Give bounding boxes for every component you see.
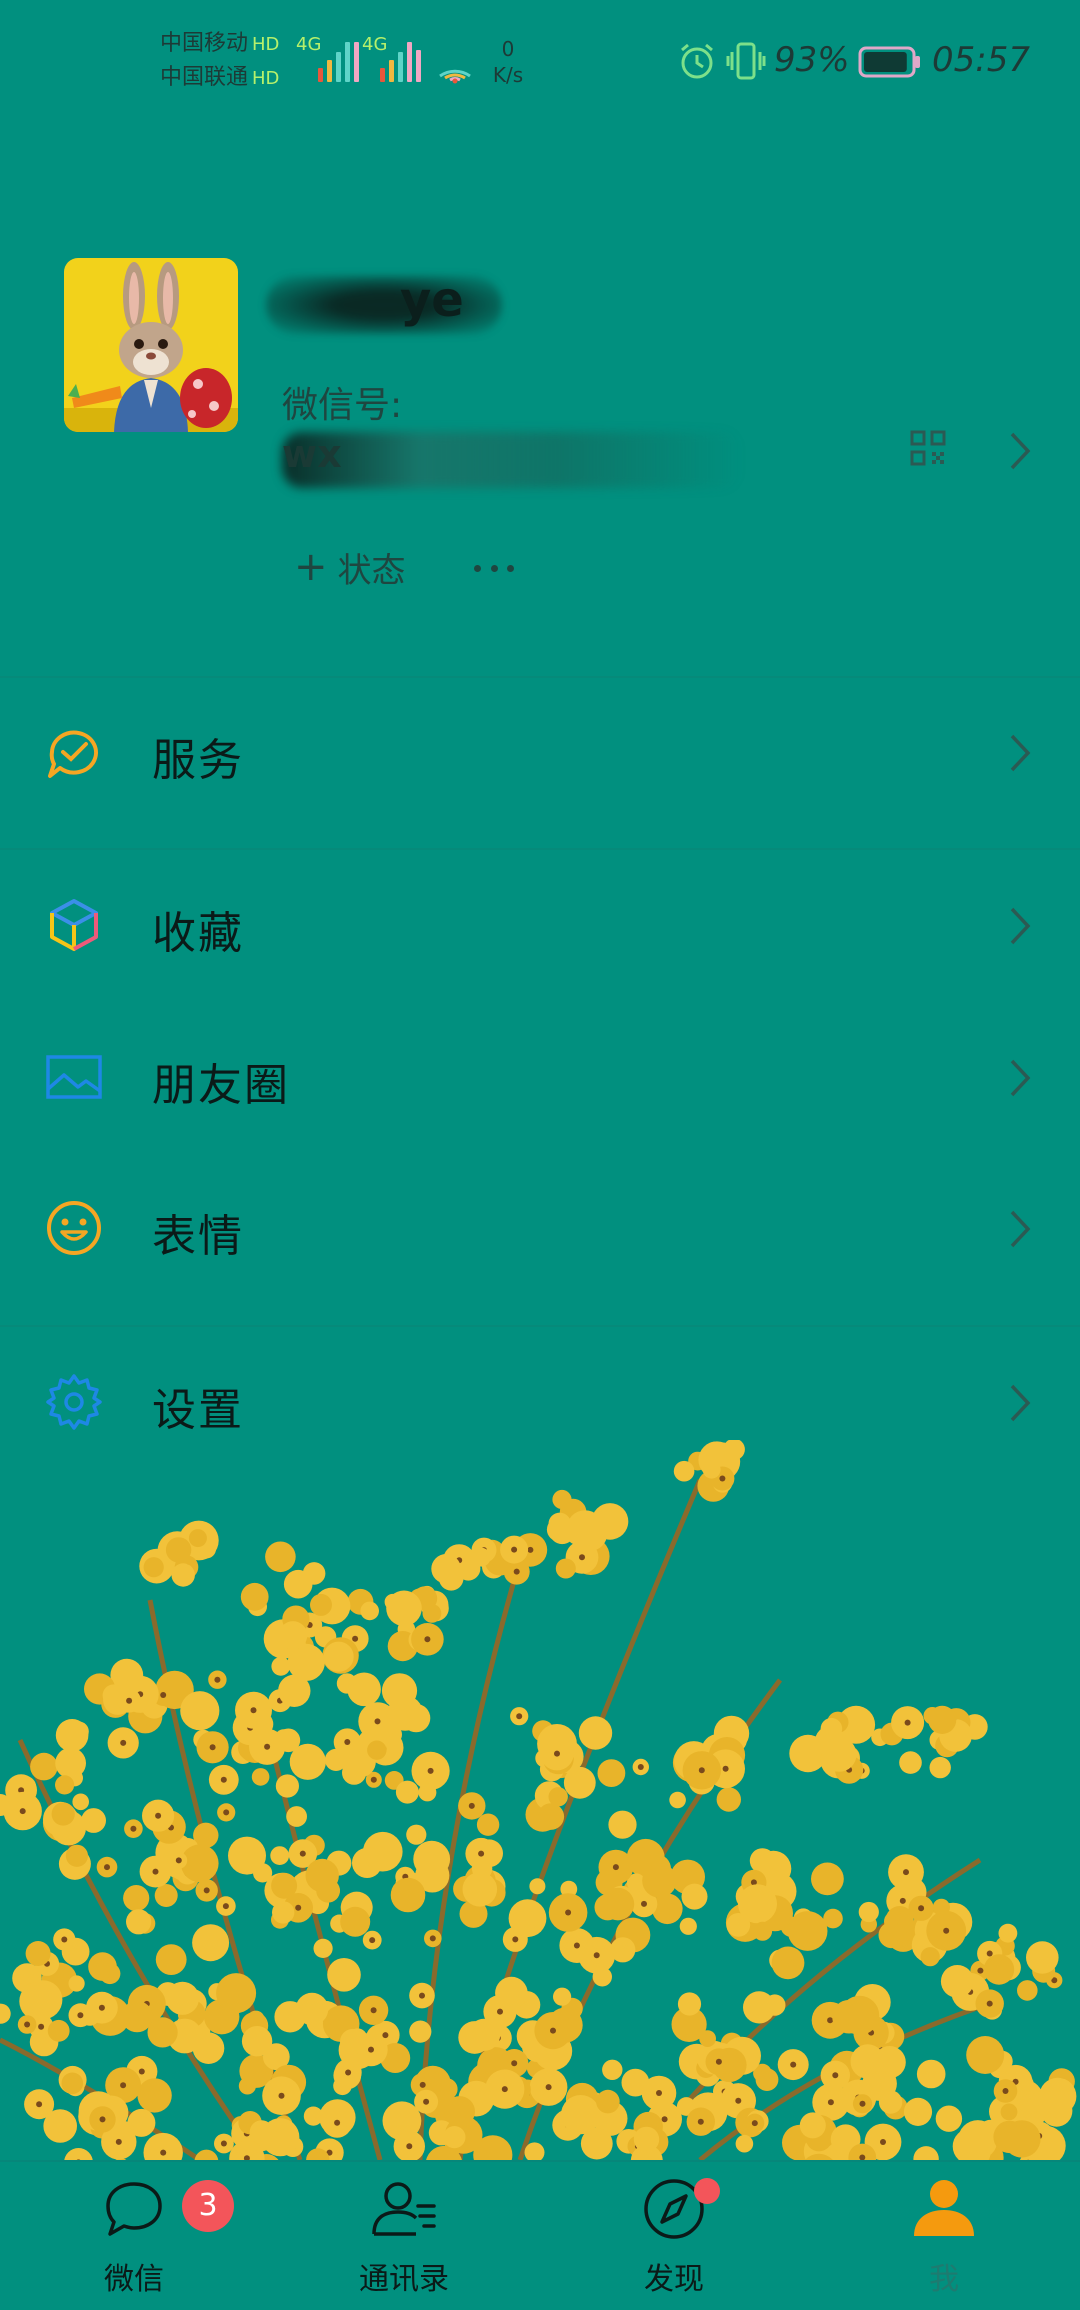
network-speed-unit: K/s (492, 63, 524, 87)
menu-label-moments: 朋友圈 (152, 1060, 290, 1111)
nickname: ye (400, 272, 464, 328)
bottom-tab-bar: 3 微信 通讯录 发现 我 (0, 2160, 1080, 2310)
chevron-right-icon (1010, 907, 1031, 945)
alarm-clock-icon (681, 43, 713, 79)
favorites-cube-icon (50, 899, 98, 951)
profile-chevron-right-icon[interactable] (1008, 430, 1032, 472)
battery-icon (858, 46, 920, 78)
menu-label-stickers: 表情 (152, 1211, 244, 1262)
services-icon (48, 730, 98, 778)
moments-picture-icon (46, 1055, 102, 1099)
carrier-1-name: 中国移动 (160, 31, 249, 56)
menu-label-favorites: 收藏 (152, 908, 244, 959)
chevron-right-icon (1010, 734, 1031, 772)
status-bar: 中国移动 HD 中国联通 HD 4G 4G 0 K/s 93% 05:57 (0, 0, 1080, 120)
gear-icon (46, 1374, 102, 1430)
network-speed: 0 K/s (486, 36, 530, 88)
profile-header[interactable]: ye 微信号: wx + 状态 (0, 230, 1080, 676)
menu-label-services: 服务 (152, 735, 244, 786)
tab-discover[interactable]: 发现 (574, 2162, 774, 2310)
qr-code-icon[interactable] (910, 430, 946, 466)
rabbit-avatar-image (64, 258, 238, 432)
nickname-blurred (266, 276, 502, 334)
wechat-id-label: 微信号: (282, 385, 403, 426)
add-status-button[interactable]: + 状态 (294, 540, 406, 594)
chevron-right-icon (1010, 1384, 1031, 1422)
chevron-right-icon (1010, 1059, 1031, 1097)
tab-chats[interactable]: 3 微信 (34, 2162, 234, 2310)
discover-notification-dot (694, 2178, 720, 2204)
menu-item-services[interactable]: 服务 (0, 678, 1080, 828)
tab-me[interactable]: 我 (844, 2162, 1044, 2310)
tab-contacts[interactable]: 通讯录 (304, 2162, 504, 2310)
vibrate-icon (726, 42, 766, 80)
smiley-face-icon (47, 1201, 101, 1255)
person-icon (914, 2180, 974, 2236)
avatar[interactable] (64, 258, 238, 432)
menu-label-settings: 设置 (152, 1385, 244, 1436)
tab-label-me: 我 (929, 2262, 959, 2297)
battery-percent: 93% (774, 40, 850, 80)
tab-label-discover: 发现 (644, 2262, 704, 2297)
add-status-label: 状态 (337, 550, 406, 591)
tab-label-contacts: 通讯录 (359, 2262, 449, 2297)
more-options-icon[interactable] (474, 548, 514, 588)
wifi-icon (439, 69, 471, 84)
menu-item-favorites[interactable]: 收藏 (0, 851, 1080, 1001)
divider (0, 848, 1080, 850)
carrier-2-name: 中国联通 (160, 65, 249, 90)
clock: 05:57 (932, 40, 1030, 80)
chevron-right-icon (1010, 1210, 1031, 1248)
signal-bars-2-icon (380, 40, 421, 82)
signal-bars-1-icon (318, 40, 359, 82)
unread-badge: 3 (182, 2180, 234, 2232)
menu-item-moments[interactable]: 朋友圈 (0, 1003, 1080, 1153)
menu-item-stickers[interactable]: 表情 (0, 1154, 1080, 1304)
wechat-id-blurred (282, 432, 742, 488)
chat-bubble-icon (106, 2182, 162, 2236)
plus-icon: + (294, 544, 328, 590)
contacts-icon (372, 2182, 436, 2236)
hd-label-2: HD (252, 68, 280, 89)
wechat-id-value: wx (282, 432, 342, 476)
hd-label-1: HD (252, 34, 280, 55)
yellow-flowers-background-image (0, 1440, 1077, 2160)
carrier-2: 中国联通 HD (160, 64, 279, 93)
tab-label-chats: 微信 (104, 2262, 164, 2297)
divider (0, 1325, 1080, 1327)
carrier-1: 中国移动 HD (160, 30, 279, 59)
network-speed-value: 0 (501, 37, 515, 61)
